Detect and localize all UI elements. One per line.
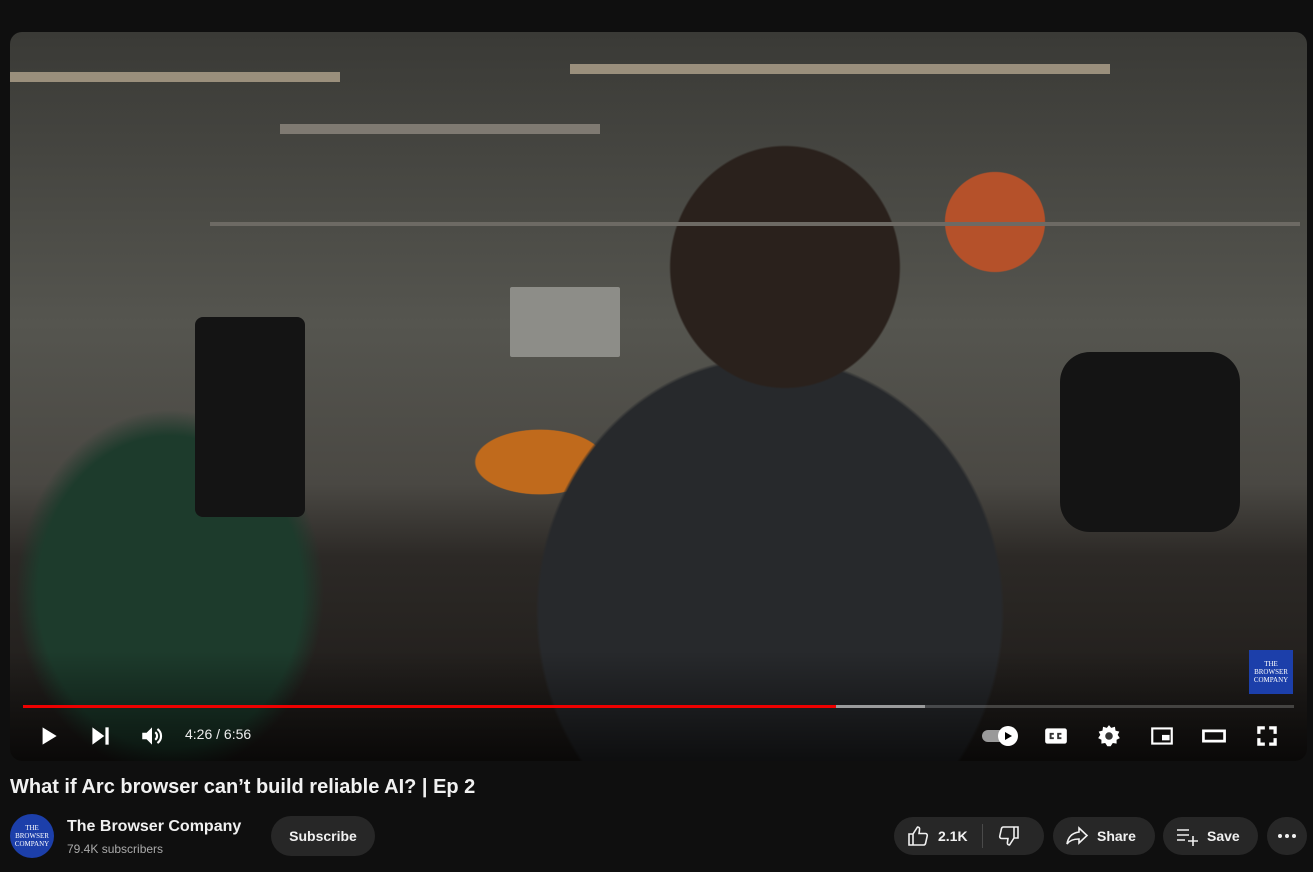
thumbs-down-icon [998, 826, 1019, 846]
channel-avatar[interactable]: THE BROWSER COMPANY [10, 814, 54, 858]
play-icon [42, 727, 57, 745]
fullscreen-button[interactable] [1245, 716, 1289, 756]
time-display: 4:26 / 6:56 [185, 726, 251, 742]
captions-button[interactable] [1034, 716, 1078, 756]
save-playlist-icon [1177, 829, 1198, 846]
next-button[interactable] [78, 716, 122, 756]
video-title: What if Arc browser can’t build reliable… [10, 776, 476, 798]
thumbs-up-icon [908, 826, 929, 846]
share-label: Share [1097, 828, 1136, 844]
settings-button[interactable] [1087, 716, 1131, 756]
video-frame-air-fryer [1060, 352, 1240, 532]
share-button[interactable]: Share [1053, 817, 1155, 855]
subscribe-button[interactable]: Subscribe [271, 816, 375, 856]
share-icon [1066, 826, 1089, 845]
mute-button[interactable] [130, 716, 174, 756]
video-frame-knife-rack [280, 124, 600, 134]
captions-icon [1045, 728, 1067, 744]
more-actions-button[interactable] [1267, 817, 1307, 855]
video-player[interactable]: THE BROWSER COMPANY 4:26 / 6:56 [10, 32, 1307, 761]
current-time: 4:26 [185, 726, 213, 742]
progress-bar[interactable] [23, 705, 1294, 708]
video-frame-shelf [10, 72, 340, 82]
player-controls: 4:26 / 6:56 [10, 712, 1307, 760]
like-button[interactable]: 2.1K [894, 817, 982, 855]
autoplay-toggle[interactable] [980, 724, 1020, 746]
play-button[interactable] [26, 716, 70, 756]
progress-played [23, 705, 837, 708]
subscriber-count: 79.4K subscribers [67, 842, 164, 856]
video-frame-utensil-holder [510, 287, 620, 357]
autoplay-toggle-icon [1005, 732, 1012, 740]
duration: 6:56 [223, 726, 252, 742]
avatar-text: THE BROWSER COMPANY [14, 824, 50, 848]
settings-icon [1098, 725, 1120, 747]
more-horizontal-icon [1278, 834, 1296, 838]
next-icon [92, 727, 109, 745]
dislike-button[interactable] [983, 817, 1021, 855]
time-separator: / [216, 726, 221, 742]
miniplayer-button[interactable] [1140, 716, 1184, 756]
like-count: 2.1K [938, 828, 968, 844]
channel-name[interactable]: The Browser Company [67, 818, 241, 836]
save-label: Save [1207, 828, 1240, 844]
like-dislike-group: 2.1K [894, 817, 1044, 855]
fullscreen-icon [1257, 726, 1277, 746]
video-frame-shelf [570, 64, 1110, 74]
autoplay-knob [998, 726, 1018, 746]
theater-mode-button[interactable] [1192, 716, 1236, 756]
volume-icon [142, 727, 163, 745]
video-frame-coffee-maker [195, 317, 305, 517]
theater-icon [1202, 729, 1226, 743]
miniplayer-icon [1151, 727, 1173, 745]
watermark-text: THE BROWSER COMPANY [1253, 660, 1289, 684]
save-button[interactable]: Save [1163, 817, 1258, 855]
video-frame-rail [210, 222, 1300, 226]
channel-watermark[interactable]: THE BROWSER COMPANY [1249, 650, 1293, 694]
